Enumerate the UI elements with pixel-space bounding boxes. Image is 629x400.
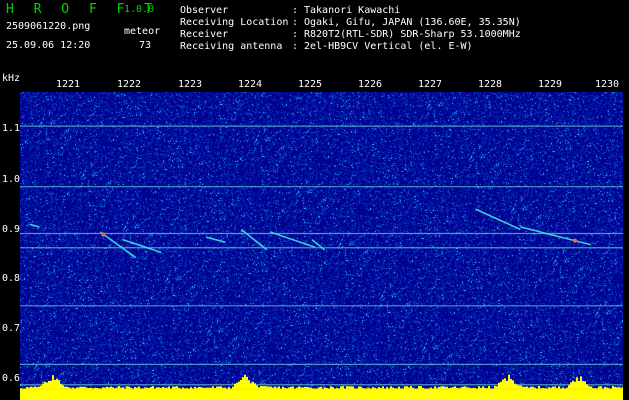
info-colon: : xyxy=(292,29,299,40)
info-key: Receiving antenna xyxy=(180,41,283,52)
app-version: 1.0.0 xyxy=(124,4,155,15)
y-tick-label: 0.6 xyxy=(2,373,21,384)
info-key: Receiver xyxy=(180,29,229,40)
y-tick-label: 0.8 xyxy=(2,273,21,284)
x-tick-label: 1224 xyxy=(237,79,263,90)
info-key: Receiving Location xyxy=(180,17,289,28)
y-tick-label: 1.1 xyxy=(2,123,21,134)
meteor-count-label: meteor xyxy=(124,26,161,37)
y-axis-unit: kHz xyxy=(2,73,21,84)
info-colon: : xyxy=(292,5,299,16)
observation-datetime: 25.09.06 12:20 xyxy=(6,40,91,51)
meteor-count-value: 73 xyxy=(139,40,152,51)
y-tick-label: 0.7 xyxy=(2,323,21,334)
info-row-observer: Observer : Takanori Kawachi xyxy=(180,5,400,17)
info-row-receiver: Receiver : R820T2(RTL-SDR) SDR-Sharp 53.… xyxy=(180,29,521,41)
info-value: Takanori Kawachi xyxy=(304,5,401,16)
x-tick-label: 1230 xyxy=(594,79,620,90)
x-tick-label: 1223 xyxy=(177,79,203,90)
info-row-location: Receiving Location : Ogaki, Gifu, JAPAN … xyxy=(180,17,521,29)
x-tick-label: 1228 xyxy=(477,79,503,90)
x-tick-label: 1222 xyxy=(116,79,142,90)
x-tick-label: 1227 xyxy=(417,79,443,90)
x-tick-label: 1226 xyxy=(357,79,383,90)
y-tick-label: 1.0 xyxy=(2,174,21,185)
info-value: Ogaki, Gifu, JAPAN (136.60E, 35.35N) xyxy=(304,17,521,28)
x-tick-label: 1221 xyxy=(55,79,81,90)
info-colon: : xyxy=(292,17,299,28)
image-filename: 2509061220.png xyxy=(6,21,91,32)
x-tick-label: 1225 xyxy=(297,79,323,90)
info-value: 2el-HB9CV Vertical (el. E-W) xyxy=(304,41,473,52)
info-row-antenna: Receiving antenna : 2el-HB9CV Vertical (… xyxy=(180,41,473,53)
y-tick-label: 0.9 xyxy=(2,224,21,235)
spectrogram-canvas xyxy=(20,92,623,400)
info-colon: : xyxy=(292,41,299,52)
x-tick-label: 1229 xyxy=(537,79,563,90)
info-value: R820T2(RTL-SDR) SDR-Sharp 53.1000MHz xyxy=(304,29,521,40)
info-key: Observer xyxy=(180,5,229,16)
